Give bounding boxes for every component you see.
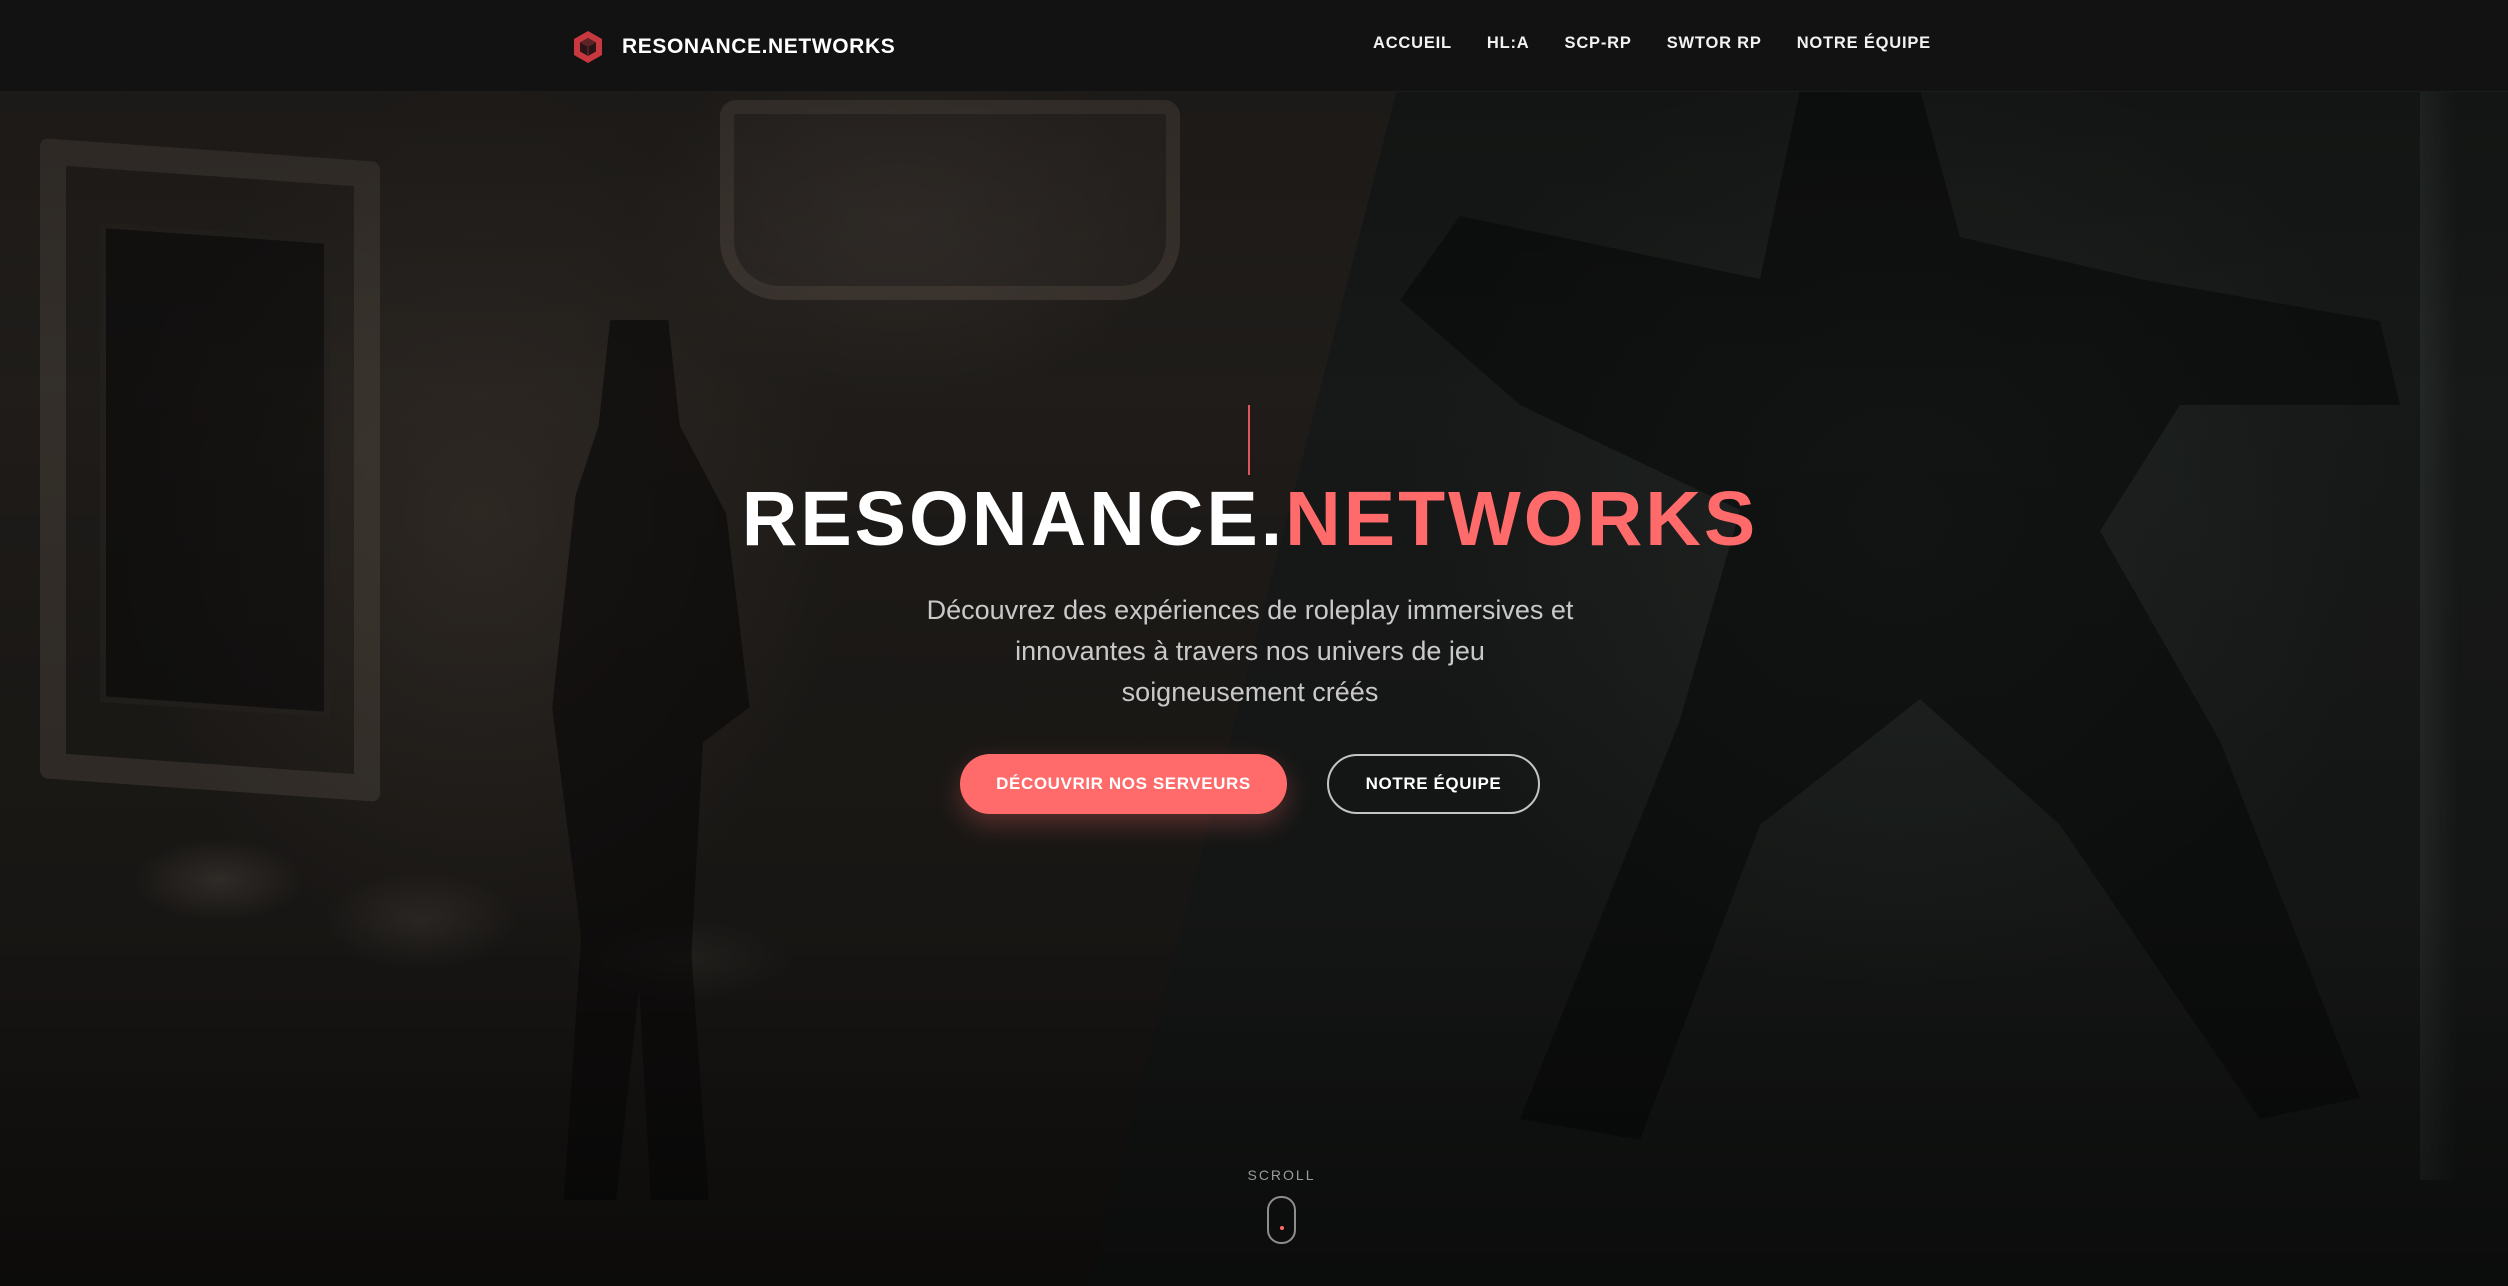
nav-link-accueil[interactable]: ACCUEIL: [1373, 34, 1452, 52]
nav-link-hla[interactable]: HL:A: [1487, 34, 1530, 52]
navbar: RESONANCE.NETWORKS ACCUEIL HL:A SCP-RP S…: [0, 0, 2508, 92]
nav-menu: ACCUEIL HL:A SCP-RP SWTOR RP NOTRE ÉQUIP…: [1373, 34, 1931, 53]
hero-subtitle-line: soigneusement créés: [1121, 677, 1379, 707]
hero-title-main: RESONANCE.: [741, 476, 1286, 562]
nav-item: HL:A: [1487, 34, 1530, 53]
hero-subtitle-line: innovantes à travers nos univers de jeu: [1015, 636, 1485, 666]
mouse-scroll-icon: [1267, 1196, 1296, 1244]
nav-item: NOTRE ÉQUIPE: [1797, 34, 1931, 53]
nav-link-notre-equipe[interactable]: NOTRE ÉQUIPE: [1797, 34, 1931, 52]
hero-title: RESONANCE.NETWORKS: [0, 474, 2500, 564]
hero-subtitle-line: Découvrez des expériences de roleplay im…: [926, 595, 1574, 625]
nav-item: ACCUEIL: [1373, 34, 1452, 53]
discover-servers-button[interactable]: DÉCOUVRIR NOS SERVEURS: [960, 754, 1287, 814]
hexagon-cube-logo-icon: [574, 31, 602, 63]
nav-item: SWTOR RP: [1667, 34, 1762, 53]
nav-link-scp-rp[interactable]: SCP-RP: [1565, 34, 1632, 52]
brand-link[interactable]: RESONANCE.NETWORKS: [572, 30, 895, 64]
scroll-dot: [1280, 1226, 1284, 1230]
nav-item: SCP-RP: [1565, 34, 1632, 53]
page: RESONANCE.NETWORKS ACCUEIL HL:A SCP-RP S…: [0, 0, 2508, 1286]
hero-title-accent: NETWORKS: [1285, 476, 1759, 562]
scroll-label: SCROLL: [1247, 1167, 1316, 1183]
nav-link-swtor-rp[interactable]: SWTOR RP: [1667, 34, 1762, 52]
hero-accent-line: [1248, 405, 1250, 475]
brand-name: RESONANCE.NETWORKS: [622, 35, 896, 58]
our-team-button[interactable]: NOTRE ÉQUIPE: [1327, 754, 1540, 814]
hero-subtitle: Découvrez des expériences de roleplay im…: [880, 590, 1620, 713]
